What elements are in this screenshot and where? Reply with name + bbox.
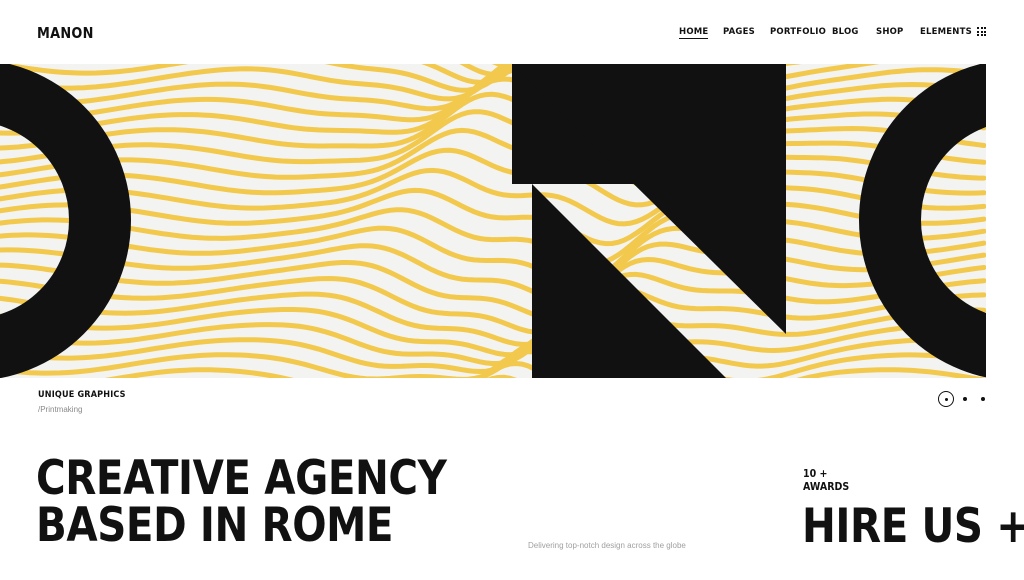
- nav-shop[interactable]: SHOP: [876, 27, 904, 37]
- headline-line-1: CREATIVE AGENCY: [36, 451, 447, 506]
- slider-dot-1[interactable]: [938, 391, 954, 407]
- slider-pagination: [938, 390, 988, 408]
- slide-caption-title[interactable]: UNIQUE GRAPHICS: [38, 390, 126, 400]
- hero-slider[interactable]: [0, 64, 986, 378]
- slider-dot-2[interactable]: [963, 397, 967, 401]
- nav-elements[interactable]: ELEMENTS: [920, 27, 972, 37]
- nav-home[interactable]: HOME: [679, 27, 709, 39]
- nav-pages[interactable]: PAGES: [723, 27, 755, 37]
- hero-artwork: [0, 64, 986, 378]
- nav-blog[interactable]: BLOG: [832, 27, 859, 37]
- headline-line-2: BASED IN ROME: [36, 498, 394, 553]
- tagline: Delivering top-notch design across the g…: [528, 541, 686, 550]
- slider-dot-3[interactable]: [981, 397, 985, 401]
- page-headline: CREATIVE AGENCY BASED IN ROME: [36, 455, 447, 549]
- awards-counter: 10 + AWARDS: [803, 467, 849, 493]
- slide-caption-category[interactable]: /Printmaking: [38, 405, 82, 414]
- awards-count: 10 +: [803, 467, 828, 480]
- hire-us-button[interactable]: HIRE US +: [802, 503, 1024, 550]
- nav-portfolio[interactable]: PORTFOLIO: [770, 27, 826, 37]
- main-nav: HOME PAGES PORTFOLIO BLOG SHOP ELEMENTS: [0, 27, 1024, 41]
- grid-menu-icon[interactable]: [977, 27, 986, 36]
- awards-label: AWARDS: [803, 480, 850, 493]
